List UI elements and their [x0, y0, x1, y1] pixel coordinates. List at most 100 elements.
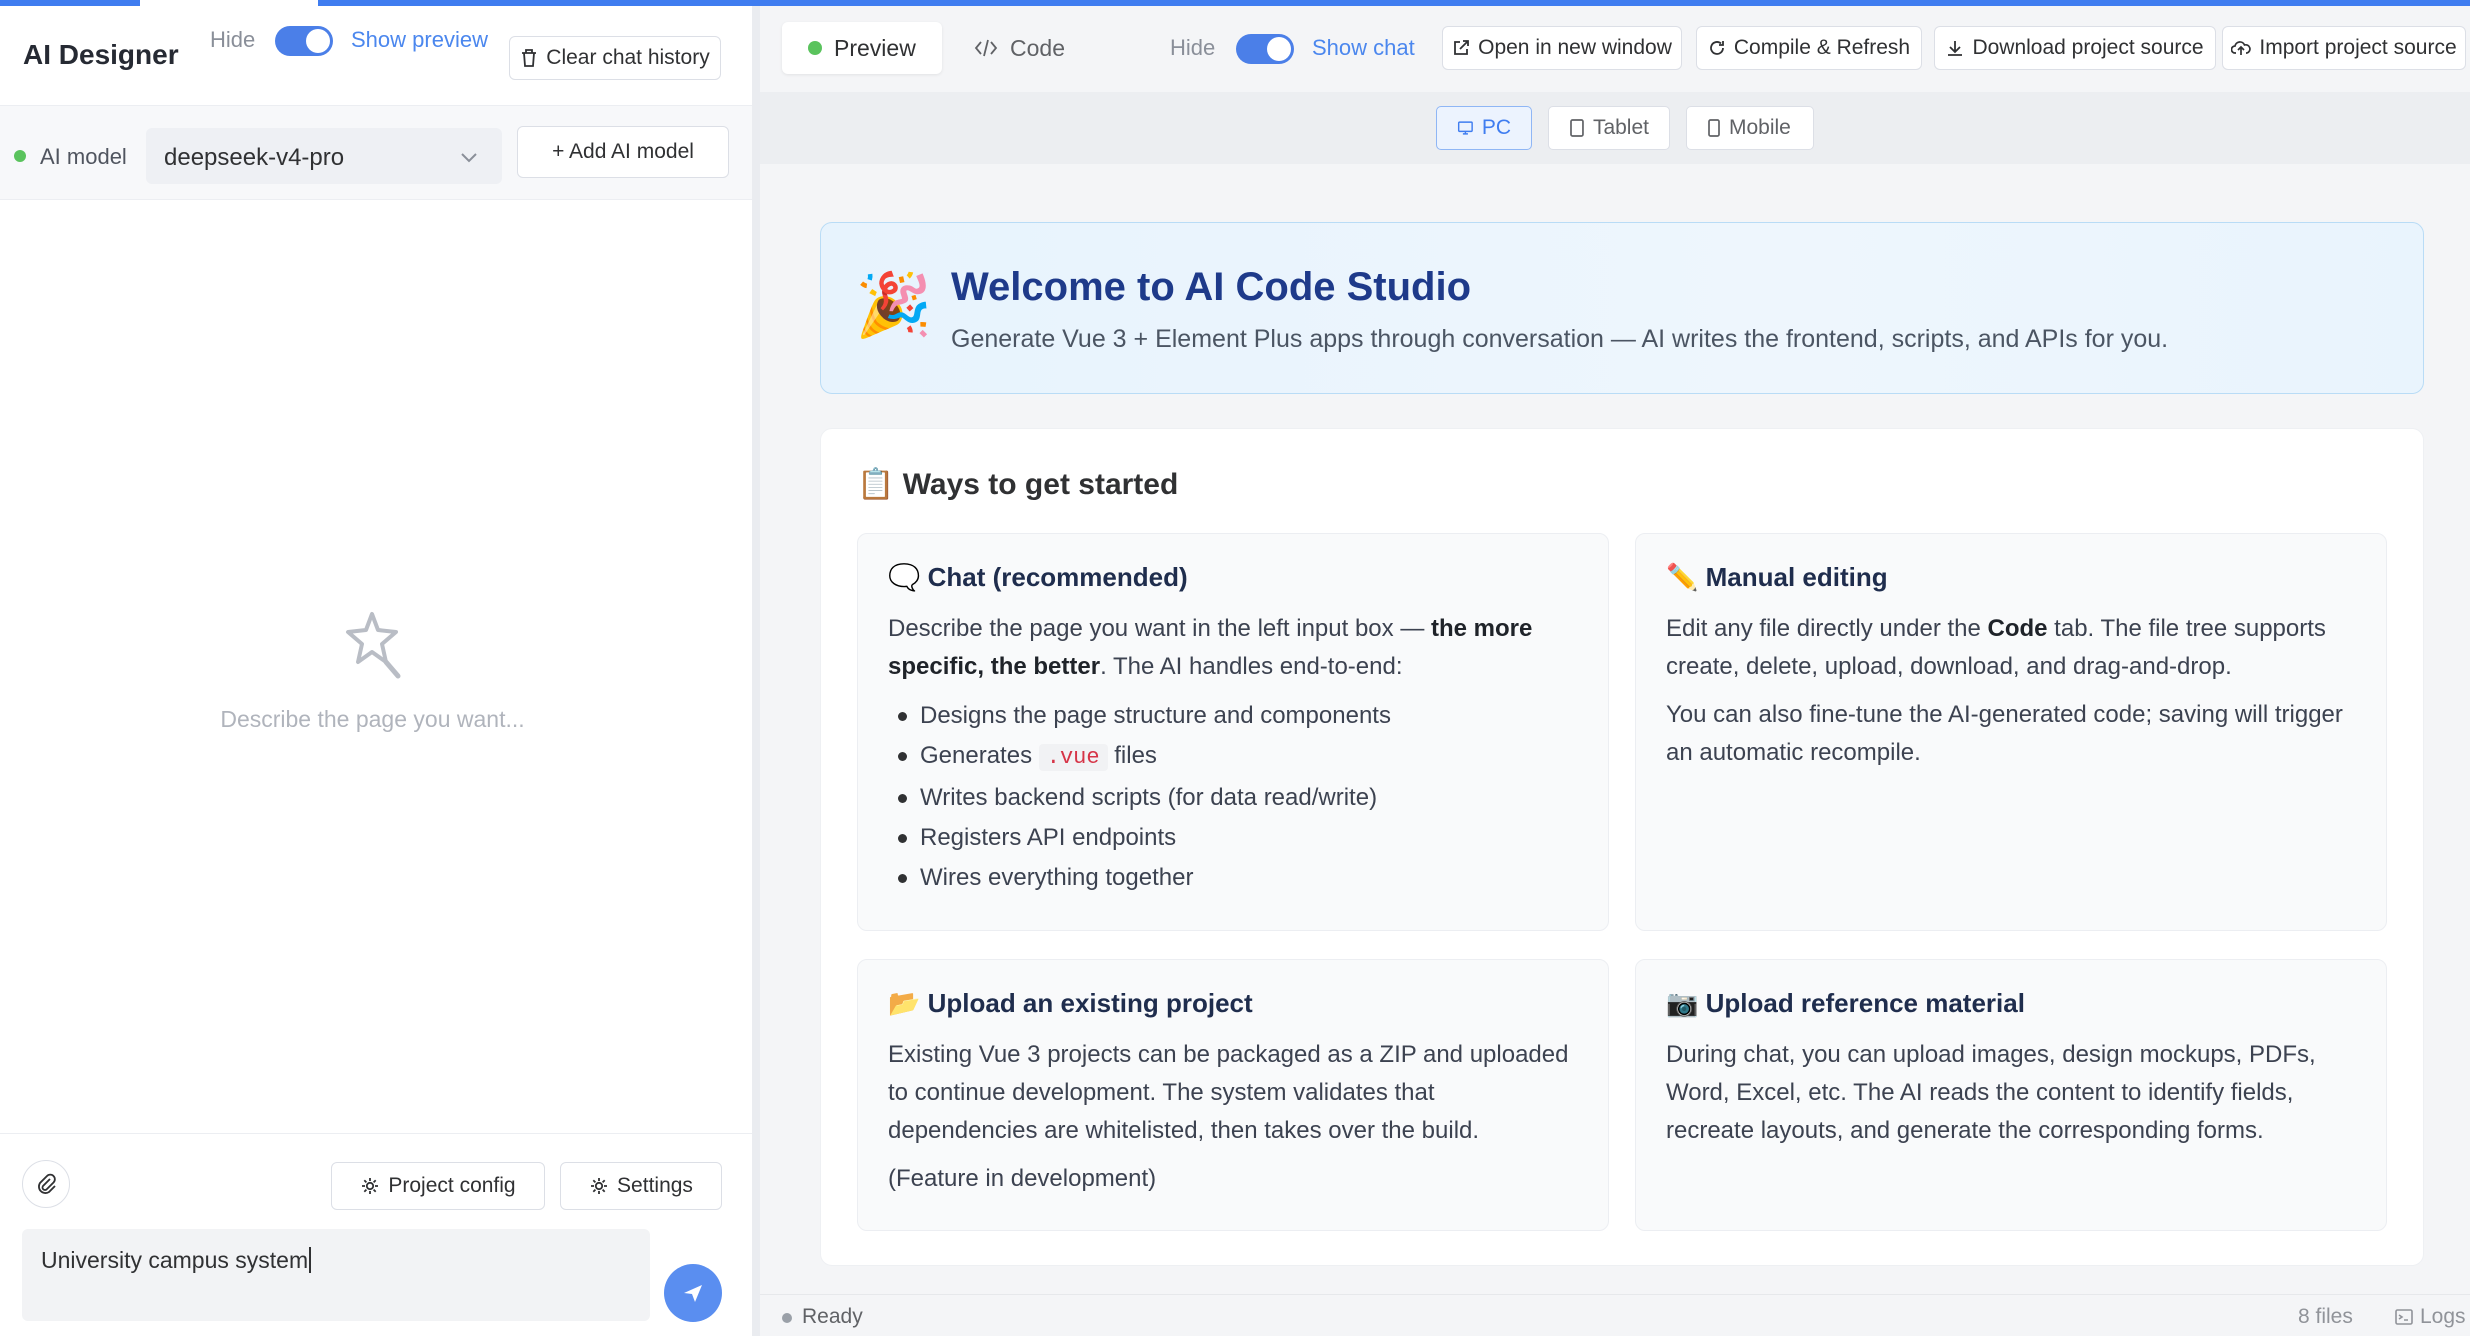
chat-steps-list: Designs the page structure and component… — [888, 696, 1582, 898]
chevron-down-icon — [461, 153, 477, 163]
tab-code[interactable]: Code — [948, 22, 1098, 74]
card-upload-project: 📂 Upload an existing project Existing Vu… — [857, 959, 1609, 1231]
device-mobile-label: Mobile — [1729, 116, 1791, 139]
chat-input-area: Project config Settings University campu… — [0, 1133, 752, 1336]
status-text: Ready — [802, 1305, 863, 1328]
add-ai-model-button[interactable]: + Add AI model — [517, 126, 729, 178]
project-config-button[interactable]: Project config — [331, 1162, 545, 1210]
welcome-subtitle: Generate Vue 3 + Element Plus apps throu… — [951, 325, 2169, 353]
model-status-dot — [14, 150, 26, 162]
code-token: .vue — [1038, 744, 1108, 771]
card-chat-body: Describe the page you want in the left i… — [888, 610, 1582, 898]
text-caret — [309, 1247, 312, 1273]
list-item-text: files — [1114, 742, 1157, 769]
card-upload-reference-p1: During chat, you can upload images, desi… — [1666, 1041, 2316, 1144]
designer-header: AI Designer Hide Show preview Clear chat… — [0, 6, 752, 106]
device-mobile-button[interactable]: Mobile — [1686, 106, 1814, 150]
compile-refresh-button[interactable]: Compile & Refresh — [1696, 26, 1922, 70]
magic-wand-icon — [346, 612, 401, 679]
card-manual-body: Edit any file directly under the Code ta… — [1666, 610, 2360, 782]
hide-chat-label: Hide — [1170, 35, 1216, 60]
tab-preview[interactable]: Preview — [782, 22, 942, 74]
clear-chat-history-label: Clear chat history — [546, 46, 710, 69]
gear-icon — [362, 1178, 379, 1194]
empty-state-text: Describe the page you want... — [220, 706, 525, 732]
logs-label: Logs — [2420, 1305, 2466, 1328]
manual-emphasis: Code — [1987, 615, 2048, 642]
device-tablet-label: Tablet — [1592, 116, 1649, 139]
card-chat-title: 🗨️ Chat (recommended) — [888, 562, 1188, 592]
device-tablet-button[interactable]: Tablet — [1548, 106, 1670, 150]
party-popper-icon: 🎉 — [855, 271, 933, 340]
settings-label: Settings — [617, 1174, 693, 1197]
ways-title: 📋 Ways to get started — [857, 468, 1179, 501]
show-preview-label[interactable]: Show preview — [351, 27, 488, 53]
preview-toolbar: Preview Code Hide Show chat Open in new … — [760, 6, 2470, 92]
preview-status-dot — [808, 41, 822, 55]
status-dot — [782, 1313, 792, 1323]
logs-button[interactable]: Logs — [2394, 1305, 2466, 1329]
card-upload-reference-title: 📷 Upload reference material — [1666, 988, 2025, 1018]
model-select-value: deepseek-v4-pro — [164, 144, 345, 171]
open-new-window-button[interactable]: Open in new window — [1442, 26, 1682, 70]
import-source-button[interactable]: Import project source — [2222, 26, 2466, 70]
compile-refresh-label: Compile & Refresh — [1733, 36, 1911, 59]
manual-text: Edit any file directly under the — [1666, 615, 1988, 642]
terminal-icon — [2395, 1309, 2413, 1325]
card-upload-reference: 📷 Upload reference material During chat,… — [1635, 959, 2387, 1231]
send-icon — [684, 1285, 702, 1302]
model-label: AI model — [40, 144, 127, 169]
model-select[interactable]: deepseek-v4-pro — [146, 128, 502, 184]
card-manual-title: ✏️ Manual editing — [1666, 562, 1888, 592]
list-item-text: Generates — [920, 742, 1033, 769]
welcome-title: Welcome to AI Code Studio — [951, 265, 1472, 309]
desktop-icon — [1457, 121, 1473, 135]
card-manual-p2: You can also fine-tune the AI-generated … — [1666, 701, 2343, 766]
download-source-button[interactable]: Download project source — [1934, 26, 2216, 70]
paperclip-icon — [38, 1173, 56, 1194]
chat-input-value: University campus system — [41, 1247, 309, 1273]
card-chat: 🗨️ Chat (recommended) Describe the page … — [857, 533, 1609, 931]
device-switcher: PC Tablet Mobile — [760, 92, 2470, 164]
app-title: AI Designer — [23, 39, 179, 70]
model-row: AI model deepseek-v4-pro + Add AI model — [0, 106, 752, 200]
tab-code-label: Code — [1010, 34, 1065, 61]
welcome-banner: 🎉 Welcome to AI Code Studio Generate Vue… — [820, 222, 2424, 394]
attach-button[interactable] — [22, 1160, 70, 1208]
list-item: Writes backend scripts (for data read/wr… — [888, 778, 1582, 818]
clear-chat-history-button[interactable]: Clear chat history — [509, 36, 721, 80]
file-count: 8 files — [2298, 1305, 2353, 1328]
chat-input[interactable]: University campus system — [22, 1229, 650, 1321]
panel-resize-handle[interactable] — [752, 6, 760, 1336]
show-preview-toggle[interactable] — [275, 26, 333, 56]
project-config-label: Project config — [388, 1174, 516, 1197]
external-link-icon — [1454, 40, 1470, 55]
intro-text-end: . The AI handles end-to-end: — [1100, 653, 1403, 680]
list-item: Designs the page structure and component… — [888, 696, 1582, 736]
card-chat-intro: Describe the page you want in the left i… — [888, 610, 1582, 686]
send-button[interactable] — [664, 1264, 722, 1322]
show-chat-toggle[interactable] — [1236, 34, 1294, 64]
device-pc-label: PC — [1481, 116, 1511, 139]
card-manual-p1: Edit any file directly under the Code ta… — [1666, 610, 2360, 686]
mobile-icon — [1708, 119, 1720, 137]
card-upload-project-p2: (Feature in development) — [888, 1165, 1157, 1192]
settings-button[interactable]: Settings — [560, 1162, 722, 1210]
designer-panel: AI Designer Hide Show preview Clear chat… — [0, 6, 752, 1336]
preview-panel: Preview Code Hide Show chat Open in new … — [760, 6, 2470, 1336]
list-item: Wires everything together — [888, 858, 1582, 898]
open-new-window-label: Open in new window — [1478, 36, 1672, 59]
card-upload-project-title: 📂 Upload an existing project — [888, 988, 1253, 1018]
show-chat-label[interactable]: Show chat — [1312, 35, 1415, 61]
import-source-label: Import project source — [2259, 36, 2457, 59]
intro-text: Describe the page you want in the left i… — [888, 615, 1431, 642]
status-bar: Ready 8 files Logs — [760, 1294, 2470, 1336]
hide-label: Hide — [210, 27, 256, 52]
download-icon — [1948, 41, 1963, 56]
card-upload-project-p1: Existing Vue 3 projects can be packaged … — [888, 1041, 1569, 1144]
ways-section: 📋 Ways to get started 🗨️ Chat (recommend… — [820, 428, 2424, 1266]
device-pc-button[interactable]: PC — [1436, 106, 1532, 150]
tab-preview-label: Preview — [834, 34, 916, 61]
card-manual-editing: ✏️ Manual editing Edit any file directly… — [1635, 533, 2387, 931]
code-icon — [974, 39, 998, 57]
